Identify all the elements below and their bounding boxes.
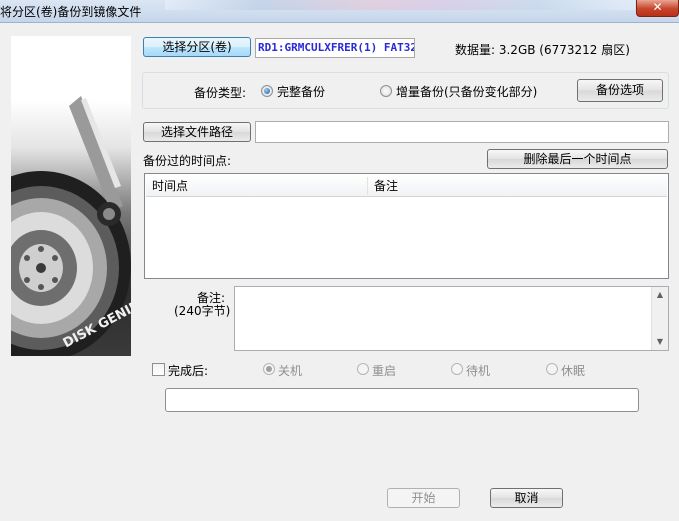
full-backup-label[interactable]: 完整备份 — [277, 83, 325, 100]
shutdown-radio[interactable] — [263, 363, 275, 375]
window-frame-line — [0, 22, 679, 23]
hibernate-radio[interactable] — [546, 363, 558, 375]
scroll-down-icon[interactable]: ▼ — [652, 334, 668, 350]
close-icon: ✕ — [652, 0, 663, 14]
after-complete-checkbox[interactable] — [152, 363, 165, 376]
notes-size-label: (240字节) — [174, 304, 231, 318]
backup-type-label: 备份类型: — [194, 86, 247, 100]
full-backup-radio[interactable] — [261, 85, 273, 97]
standby-radio[interactable] — [451, 363, 463, 375]
select-file-path-button[interactable]: 选择文件路径 — [143, 122, 251, 142]
partition-field: RD1:GRMCULXFRER(1) FAT32 — [255, 38, 415, 58]
file-path-input[interactable] — [255, 121, 669, 143]
hard-disk-illustration: DISK GENIUS — [11, 96, 131, 356]
title-bar-decoration — [165, 0, 635, 10]
window-title: 将分区(卷)备份到镜像文件 — [0, 5, 142, 19]
start-button[interactable]: 开始 — [387, 488, 460, 508]
scroll-up-icon[interactable]: ▲ — [652, 287, 668, 303]
notes-textarea[interactable]: ▲ ▼ — [234, 286, 669, 351]
incremental-backup-radio[interactable] — [380, 85, 392, 97]
select-partition-button[interactable]: 选择分区(卷) — [143, 37, 251, 57]
timepoints-list-header: 时间点 备注 — [146, 175, 667, 197]
column-header-timepoint[interactable]: 时间点 — [146, 175, 367, 197]
notes-scrollbar[interactable]: ▲ ▼ — [651, 287, 668, 350]
title-bar: 将分区(卷)备份到镜像文件 — [0, 0, 679, 22]
column-header-notes[interactable]: 备注 — [368, 175, 666, 197]
timepoints-label: 备份过的时间点: — [143, 154, 232, 168]
progress-bar — [165, 388, 639, 412]
backup-type-group: 备份类型: 完整备份 增量备份(只备份变化部分) 备份选项 — [142, 72, 669, 109]
standby-label: 待机 — [466, 364, 491, 378]
close-button[interactable]: ✕ — [636, 0, 679, 17]
disk-genius-logo: DISK GENIUS — [11, 36, 131, 356]
cancel-button[interactable]: 取消 — [490, 488, 563, 508]
hibernate-label: 休眠 — [561, 364, 586, 378]
incremental-backup-label[interactable]: 增量备份(只备份变化部分) — [396, 83, 537, 100]
shutdown-label: 关机 — [278, 364, 303, 378]
restart-label: 重启 — [372, 364, 397, 378]
after-complete-label[interactable]: 完成后: — [168, 362, 208, 379]
timepoints-list[interactable]: 时间点 备注 — [144, 173, 669, 279]
data-size-label: 数据量: 3.2GB (6773212 扇区) — [455, 43, 630, 57]
backup-options-button[interactable]: 备份选项 — [577, 79, 663, 102]
restart-radio[interactable] — [357, 363, 369, 375]
delete-last-timepoint-button[interactable]: 删除最后一个时间点 — [487, 149, 668, 169]
